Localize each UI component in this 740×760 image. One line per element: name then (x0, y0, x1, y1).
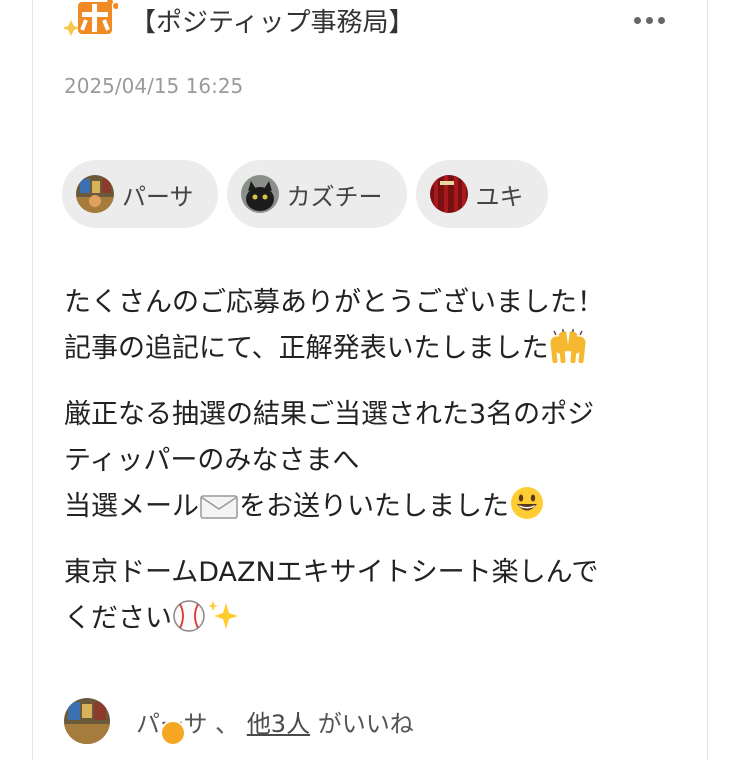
post-body: たくさんのご応募ありがとうございました！ 記事の追記にて、正解発表いたしました … (64, 280, 684, 662)
like-badge-icon (160, 720, 186, 746)
baseball-emoji (172, 599, 206, 648)
like-separator: 、 (215, 709, 240, 738)
likes-row: パーサ 、 他3人 がいいね (64, 696, 414, 746)
cat-avatar-icon (240, 175, 279, 213)
body-paragraph: 厳正なる抽選の結果ご当選された3名のポジ ティッパーのみなさまへ 当選メール をお… (64, 392, 684, 536)
body-text: 東京ドームDAZNエキサイトシート楽しんで ください (64, 557, 599, 634)
body-paragraph: 東京ドームDAZNエキサイトシート楽しんで ください (64, 550, 684, 648)
author-name[interactable]: 【ポジティップ事務局】 (130, 2, 414, 39)
post-timestamp: 2025/04/15 16:25 (64, 74, 244, 98)
logo-icon[interactable] (62, 0, 119, 40)
more-icon[interactable] (632, 4, 668, 34)
mention-chips: パーサ カズチー ユキ (62, 160, 548, 228)
mention-chip-kazuchi[interactable]: カズチー (226, 160, 407, 228)
smile-emoji (509, 485, 545, 536)
raised-hands-emoji (549, 329, 587, 378)
mention-name: カズチー (286, 182, 383, 211)
like-others-link[interactable]: 他3人 (247, 710, 310, 738)
body-paragraph: たくさんのご応募ありがとうございました！ 記事の追記にて、正解発表いたしました (64, 280, 684, 378)
mention-chip-pasa[interactable]: パーサ (62, 160, 218, 228)
body-text: をお送りいたしました (239, 491, 509, 522)
avatar-photo-icon (76, 175, 114, 213)
envelope-emoji (199, 490, 239, 536)
mention-name: ユキ (475, 182, 524, 211)
sparkles-emoji (206, 599, 240, 648)
like-suffix: がいいね (317, 709, 414, 738)
curtain-avatar-icon (429, 175, 468, 213)
avatar[interactable] (64, 698, 110, 744)
body-text: たくさんのご応募ありがとうございました！ 記事の追記にて、正解発表いたしました (64, 287, 604, 364)
mention-name: パーサ (122, 182, 194, 211)
mention-chip-yuki[interactable]: ユキ (415, 160, 548, 228)
post-header: 【ポジティップ事務局】 (62, 0, 674, 46)
